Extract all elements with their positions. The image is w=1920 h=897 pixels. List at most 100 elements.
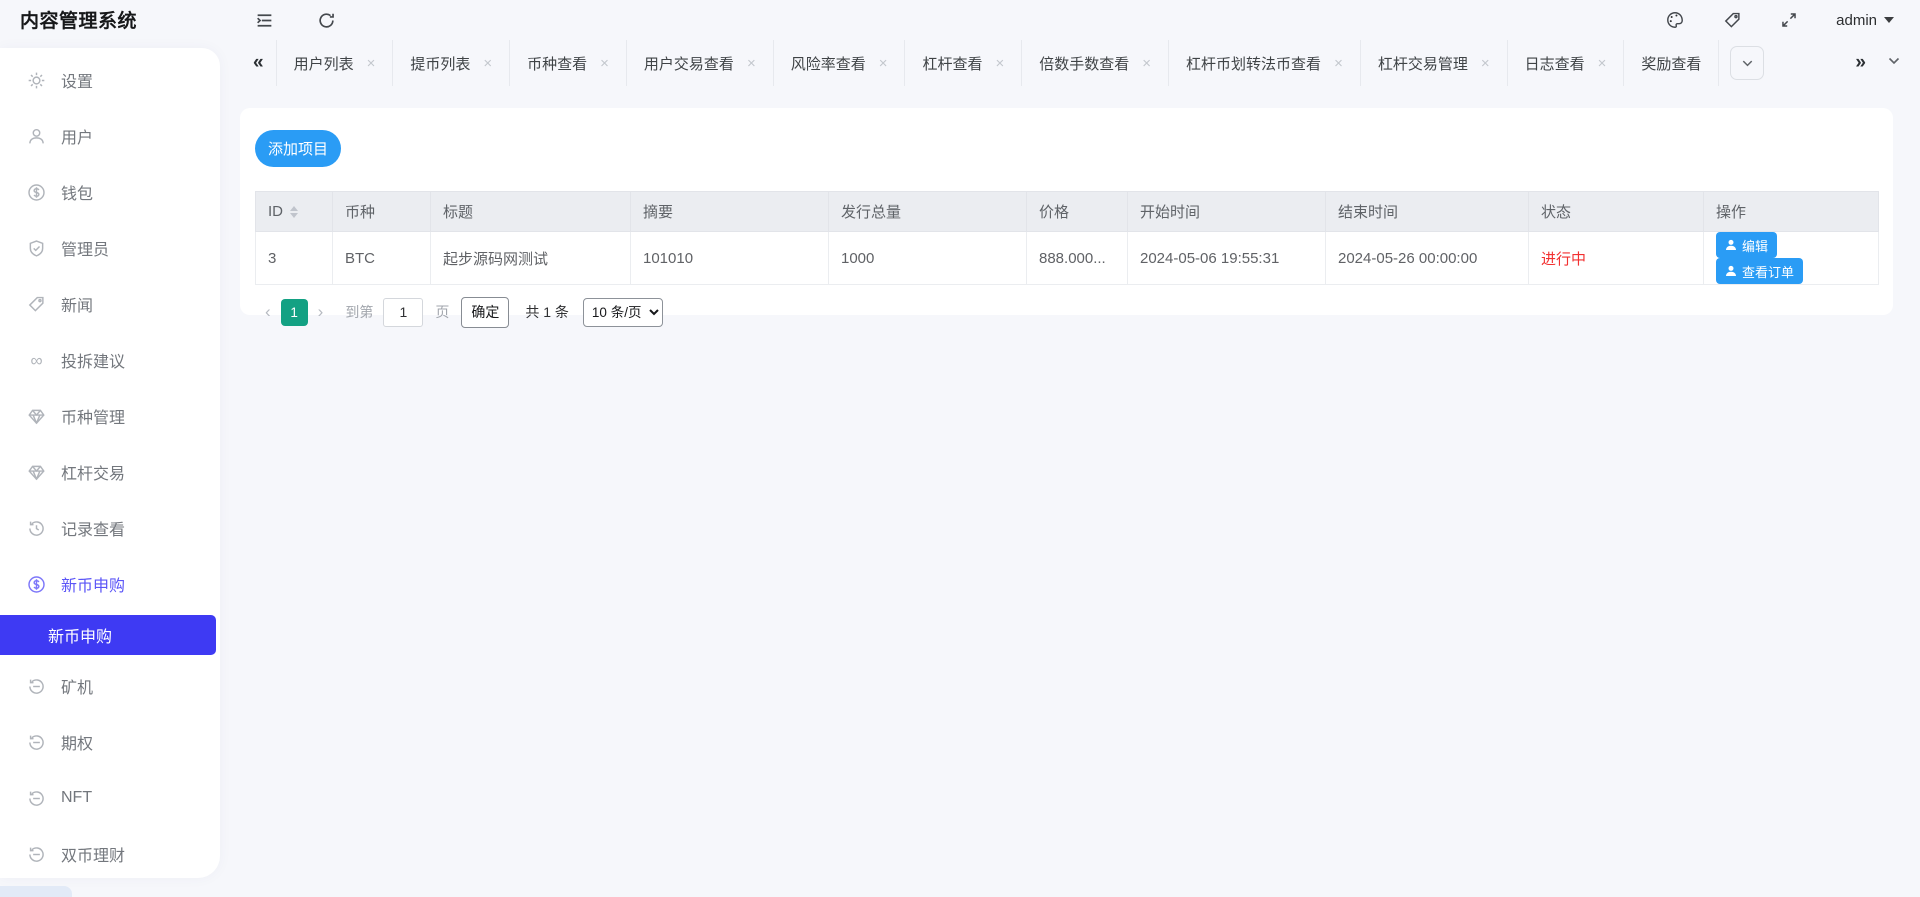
sidebar-subitem-new-coin-subscription-active[interactable]: 新币申购 xyxy=(0,615,216,655)
app-title: 内容管理系统 xyxy=(20,11,138,32)
close-icon[interactable]: × xyxy=(1481,56,1490,71)
sidebar-item-records[interactable]: 记录查看 xyxy=(0,500,220,556)
sidebar-item-nft[interactable]: NFT xyxy=(0,770,220,826)
sidebar-item-label: 矿机 xyxy=(61,680,94,697)
sidebar-item-label: 用户 xyxy=(61,130,94,147)
tab-reward-view[interactable]: 奖励查看 xyxy=(1623,40,1720,86)
confirm-button[interactable]: 确定 xyxy=(461,296,510,328)
column-header-actions: 操作 xyxy=(1703,191,1879,232)
sidebar-item-label: 设置 xyxy=(61,74,94,91)
cell-title: 起步源码网测试 xyxy=(430,231,631,285)
column-header-title: 标题 xyxy=(430,191,631,232)
close-icon[interactable]: × xyxy=(1334,56,1343,71)
tabbar: « 用户列表 × 提币列表 × 币种查看 × 用户交易查看 × 风险率查看 × … xyxy=(220,40,1920,86)
sidebar-item-mining-machine[interactable]: 矿机 xyxy=(0,658,220,714)
sidebar-item-news[interactable]: 新闻 xyxy=(0,276,220,332)
tab-label: 币种查看 xyxy=(527,55,588,73)
sidebar-item-options[interactable]: 期权 xyxy=(0,714,220,770)
close-icon[interactable]: × xyxy=(483,56,492,71)
sidebar-item-leverage-trade[interactable]: 杠杆交易 xyxy=(0,444,220,500)
page-number-button[interactable]: 1 xyxy=(280,298,308,326)
tab-leverage-transfer-view[interactable]: 杠杆币划转法币查看 × xyxy=(1168,40,1360,86)
goto-page-input[interactable] xyxy=(383,297,424,327)
gem-icon xyxy=(27,407,46,426)
tab-multiplier-view[interactable]: 倍数手数查看 × xyxy=(1021,40,1168,86)
next-page-icon[interactable]: › xyxy=(308,302,334,322)
shield-check-icon xyxy=(27,239,46,258)
close-icon[interactable]: × xyxy=(1142,56,1151,71)
add-project-button[interactable]: 添加项目 xyxy=(255,130,341,167)
tabs-dropdown-button[interactable] xyxy=(1730,46,1765,80)
user-menu[interactable]: admin xyxy=(1836,12,1894,29)
edit-button[interactable]: 编辑 xyxy=(1716,232,1778,258)
tab-label: 用户交易查看 xyxy=(643,55,734,73)
close-icon[interactable]: × xyxy=(747,56,756,71)
dollar-circle-icon xyxy=(27,575,46,594)
sidebar-item-coin-management[interactable]: 币种管理 xyxy=(0,388,220,444)
cell-total: 1000 xyxy=(828,231,1027,285)
sidebar-item-label: 期权 xyxy=(61,736,94,753)
cell-start-time: 2024-05-06 19:55:31 xyxy=(1127,231,1326,285)
sidebar-item-new-coin-subscription[interactable]: 新币申购 xyxy=(0,556,220,612)
history-icon xyxy=(27,789,46,808)
refresh-icon[interactable] xyxy=(316,10,336,30)
prev-page-icon[interactable]: ‹ xyxy=(255,302,281,322)
tabs-scroll-left-icon[interactable]: « xyxy=(253,52,264,74)
tab-label: 杠杆币划转法币查看 xyxy=(1186,55,1322,73)
tab-label: 杠杆查看 xyxy=(922,55,983,73)
tab-leverage-trade-management[interactable]: 杠杆交易管理 × xyxy=(1359,40,1507,86)
cell-summary: 101010 xyxy=(630,231,829,285)
dollar-circle-icon xyxy=(27,183,46,202)
sidebar-item-label: 杠杆交易 xyxy=(61,466,126,483)
gear-icon xyxy=(27,71,46,90)
cell-status: 进行中 xyxy=(1528,231,1704,285)
column-header-id[interactable]: ID xyxy=(255,191,333,232)
sidebar-item-label: NFT xyxy=(61,789,93,806)
sidebar-item-label: 投拆建议 xyxy=(61,354,126,371)
sidebar-subitem-label: 新币申购 xyxy=(48,629,113,646)
sidebar-item-feedback[interactable]: ∞ 投拆建议 xyxy=(0,332,220,388)
close-icon[interactable]: × xyxy=(600,56,609,71)
tab-user-list[interactable]: 用户列表 × xyxy=(275,40,393,86)
tab-label: 提币列表 xyxy=(410,55,471,73)
sidebar-item-label: 新币申购 xyxy=(61,578,126,595)
sidebar-item-label: 新闻 xyxy=(61,298,94,315)
sidebar-item-dual-coin-finance[interactable]: 双币理财 xyxy=(0,826,220,882)
chevron-down-icon xyxy=(1884,17,1894,23)
close-icon[interactable]: × xyxy=(996,56,1005,71)
tab-withdraw-list[interactable]: 提币列表 × xyxy=(392,40,509,86)
tab-log-view[interactable]: 日志查看 × xyxy=(1506,40,1624,86)
status-badge: 进行中 xyxy=(1541,250,1587,268)
column-header-summary: 摘要 xyxy=(630,191,829,232)
view-orders-button[interactable]: 查看订单 xyxy=(1716,258,1804,284)
tab-label: 杠杆交易管理 xyxy=(1377,55,1468,73)
tabs-scroll-right-icon[interactable]: » xyxy=(1855,52,1866,74)
tab-label: 倍数手数查看 xyxy=(1039,55,1130,73)
history-icon xyxy=(27,733,46,752)
tab-risk-rate-view[interactable]: 风险率查看 × xyxy=(772,40,905,86)
sidebar-item-wallet[interactable]: 钱包 xyxy=(0,164,220,220)
fullscreen-icon[interactable] xyxy=(1779,10,1799,30)
tab-leverage-view[interactable]: 杠杆查看 × xyxy=(904,40,1021,86)
close-icon[interactable]: × xyxy=(367,56,376,71)
sidebar-item-admins[interactable]: 管理员 xyxy=(0,220,220,276)
user-icon xyxy=(27,127,46,146)
tag-icon xyxy=(27,295,46,314)
close-icon[interactable]: × xyxy=(1598,56,1607,71)
cell-actions: 编辑 查看订单 xyxy=(1703,231,1879,285)
tab-label: 风险率查看 xyxy=(790,55,866,73)
tag-icon[interactable] xyxy=(1722,10,1742,30)
column-header-total: 发行总量 xyxy=(828,191,1027,232)
tab-user-trade-view[interactable]: 用户交易查看 × xyxy=(625,40,773,86)
sidebar-item-users[interactable]: 用户 xyxy=(0,108,220,164)
page-size-select[interactable]: 10 条/页 xyxy=(582,297,663,327)
sidebar-item-settings[interactable]: 设置 xyxy=(0,52,220,108)
tabs-more-icon[interactable] xyxy=(1886,53,1902,74)
sort-icon[interactable] xyxy=(290,206,298,219)
collapse-menu-icon[interactable] xyxy=(254,10,274,30)
content-panel: 添加项目 ID 币种 标题 摘要 发行总量 价格 开始时间 结束时间 状态 操作 xyxy=(240,108,1893,328)
tab-list: 用户列表 × 提币列表 × 币种查看 × 用户交易查看 × 风险率查看 × 杠杆… xyxy=(275,40,1720,86)
theme-palette-icon[interactable] xyxy=(1665,10,1685,30)
tab-coin-view[interactable]: 币种查看 × xyxy=(509,40,626,86)
close-icon[interactable]: × xyxy=(879,56,888,71)
